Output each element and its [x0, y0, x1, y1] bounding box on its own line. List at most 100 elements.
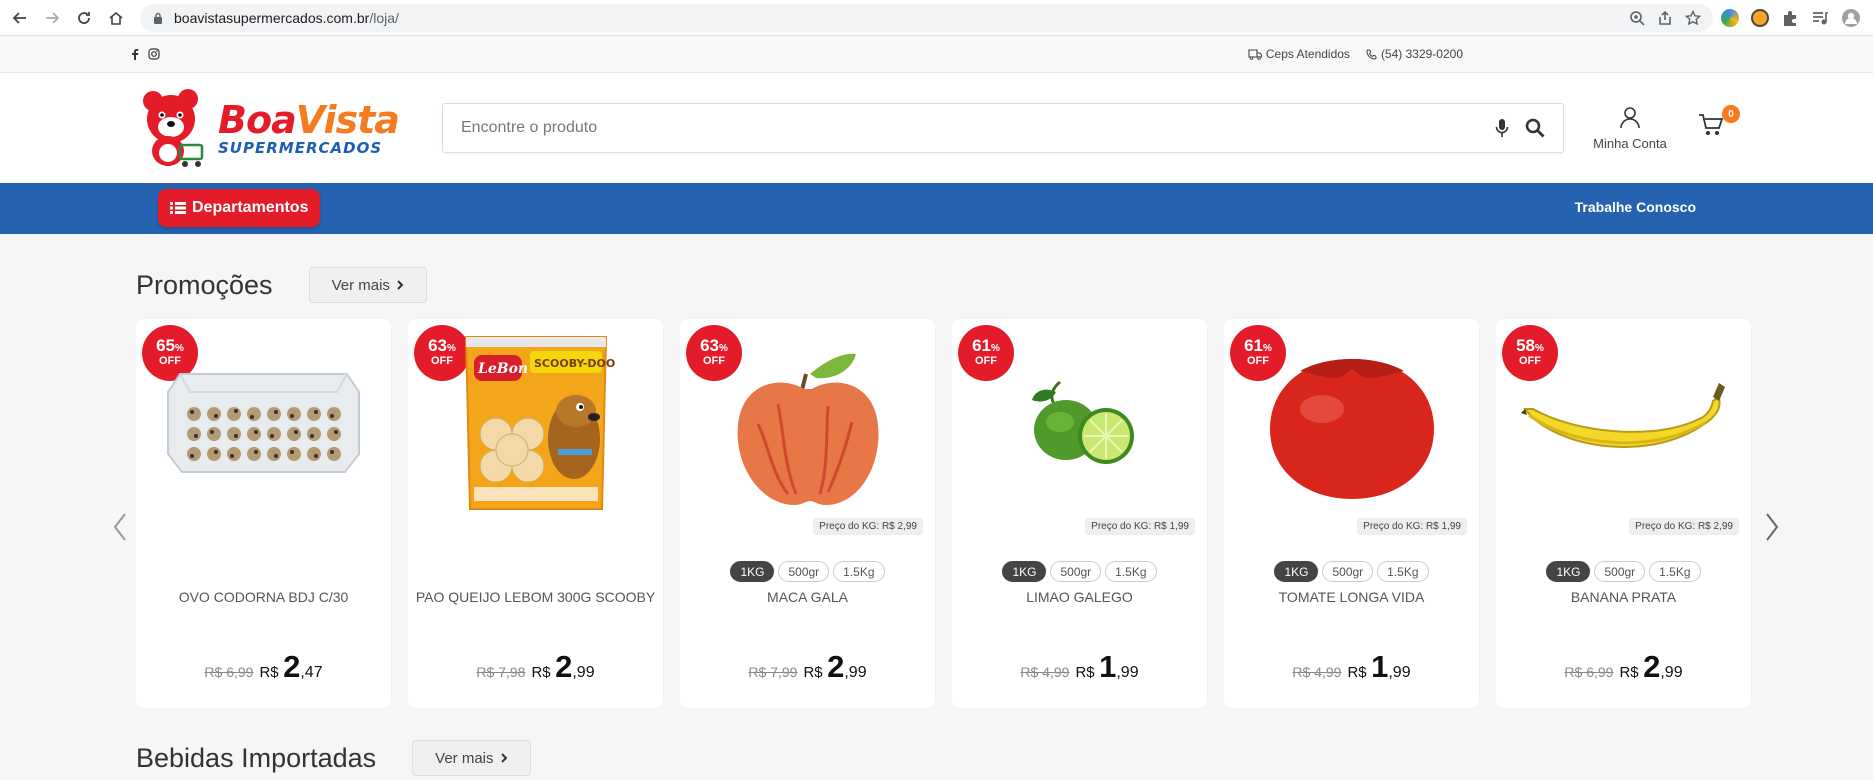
size-option[interactable]: 500gr [1594, 561, 1646, 582]
puzzle-icon[interactable] [1781, 9, 1799, 27]
size-option[interactable]: 500gr [1322, 561, 1374, 582]
product-name[interactable]: MACA GALA [680, 589, 935, 605]
product-image[interactable] [690, 339, 925, 509]
chevron-right-icon [1766, 513, 1779, 541]
ceps-label: Ceps Atendidos [1265, 47, 1350, 61]
size-selector: 1KG 500gr 1.5Kg [1496, 561, 1751, 582]
ver-mais-label: Ver mais [331, 276, 390, 294]
banana-icon [1520, 383, 1725, 448]
site-logo[interactable]: BoaVista SUPERMERCADOS [138, 86, 418, 170]
kg-price-label: Preço do KG: R$ 2,99 [1629, 518, 1739, 535]
back-icon[interactable] [6, 4, 34, 32]
profile-icon[interactable] [1841, 8, 1861, 28]
search-icon[interactable] [1525, 118, 1545, 138]
old-price: R$ 4,99 [1292, 664, 1342, 680]
price-decimal: ,99 [1388, 664, 1411, 681]
logo-boa-text: Boa [218, 97, 297, 142]
product-card[interactable]: 58% OFF Preço do KG: R$ 2,99 1KG 500gr 1.… [1496, 319, 1751, 708]
product-card[interactable]: 61% OFF Preço do KG: R$ 1,99 1KG 500gr 1.… [952, 319, 1207, 708]
carousel-prev-arrow[interactable] [112, 512, 128, 550]
product-image[interactable] [146, 339, 381, 509]
size-option[interactable]: 1.5Kg [1377, 561, 1429, 582]
svg-text:LeBon: LeBon [477, 361, 528, 377]
extension-2-icon[interactable] [1751, 8, 1769, 27]
old-price: R$ 6,99 [204, 664, 254, 680]
currency: R$ [1347, 664, 1367, 681]
size-option[interactable]: 1KG [1274, 561, 1319, 582]
main-nav: Departamentos Trabalhe Conosco [0, 183, 1873, 234]
product-name[interactable]: LIMAO GALEGO [952, 589, 1207, 605]
account-label: Minha Conta [1593, 135, 1667, 151]
currency: R$ [259, 664, 279, 681]
product-price: R$ 4,99 R$ 1,99 [952, 649, 1207, 685]
zoom-icon[interactable] [1629, 10, 1645, 26]
price-integer: 1 [1099, 649, 1117, 684]
price-integer: 2 [283, 649, 301, 684]
product-price: R$ 4,99 R$ 1,99 [1224, 649, 1479, 685]
bookmark-star-icon[interactable] [1685, 9, 1701, 26]
search-bar [442, 103, 1564, 153]
list-icon [170, 202, 186, 214]
logo-vista-text: Vista [295, 97, 400, 142]
promo-section-header: Promoções Ver mais [0, 267, 1873, 303]
extension-1-icon[interactable] [1721, 8, 1739, 27]
account-link[interactable]: Minha Conta [1590, 106, 1670, 151]
quail-eggs-tray-icon [167, 373, 360, 473]
bebidas-ver-mais-button[interactable]: Ver mais [412, 740, 531, 776]
instagram-icon[interactable] [148, 48, 160, 60]
product-name[interactable]: PAO QUEIJO LEBOM 300G SCOOBY [408, 589, 663, 605]
phone-number: (54) 3329-0200 [1380, 47, 1463, 61]
phone-icon [1366, 48, 1377, 60]
product-card[interactable]: 63% OFF LeBon SCOOBY-DOO PAO QUEIJO LEBOM… [408, 319, 663, 708]
product-image[interactable] [1234, 339, 1469, 509]
product-card[interactable]: 63% OFF Preço do KG: R$ 2,99 1KG 500gr 1.… [680, 319, 935, 708]
kg-price-label: Preço do KG: R$ 1,99 [1085, 518, 1195, 535]
user-icon [1620, 106, 1640, 128]
size-option[interactable]: 1KG [730, 561, 775, 582]
size-option[interactable]: 1.5Kg [1649, 561, 1701, 582]
product-price: R$ 7,99 R$ 2,99 [680, 649, 935, 685]
cart-count-badge: 0 [1722, 105, 1740, 123]
product-card[interactable]: 61% OFF Preço do KG: R$ 1,99 1KG 500gr 1.… [1224, 319, 1479, 708]
forward-icon[interactable] [38, 4, 66, 32]
old-price: R$ 6,99 [1564, 664, 1614, 680]
product-name[interactable]: TOMATE LONGA VIDA [1224, 589, 1479, 605]
departments-button[interactable]: Departamentos [158, 189, 321, 227]
size-option[interactable]: 1KG [1546, 561, 1591, 582]
tomato-icon [1269, 359, 1434, 499]
size-option[interactable]: 1.5Kg [1105, 561, 1157, 582]
truck-icon [1248, 48, 1262, 60]
product-name[interactable]: BANANA PRATA [1496, 589, 1751, 605]
product-image[interactable] [1506, 339, 1741, 509]
ceps-link[interactable]: Ceps Atendidos [1248, 47, 1350, 61]
svg-text:SCOOBY-DOO: SCOOBY-DOO [534, 357, 615, 370]
product-name[interactable]: OVO CODORNA BDJ C/30 [136, 589, 391, 605]
product-image[interactable] [962, 339, 1197, 509]
promo-ver-mais-button[interactable]: Ver mais [308, 267, 427, 303]
search-input[interactable] [461, 119, 1495, 137]
reload-icon[interactable] [70, 4, 98, 32]
work-with-us-link[interactable]: Trabalhe Conosco [1575, 199, 1696, 215]
product-image[interactable]: LeBon SCOOBY-DOO [418, 336, 653, 510]
bear-mascot-icon [143, 89, 204, 167]
promo-title: Promoções [136, 269, 273, 300]
cart-button[interactable]: 0 [1698, 105, 1740, 143]
currency: R$ [1075, 664, 1095, 681]
size-option[interactable]: 1KG [1002, 561, 1047, 582]
price-integer: 2 [1643, 649, 1661, 684]
address-bar[interactable]: boavistasupermercados.com.br/loja/ [140, 3, 1713, 32]
media-icon[interactable] [1811, 9, 1829, 27]
old-price: R$ 4,99 [1020, 664, 1070, 680]
microphone-icon[interactable] [1495, 118, 1509, 138]
share-icon[interactable] [1657, 10, 1673, 26]
home-icon[interactable] [102, 4, 130, 32]
carousel-next-arrow[interactable] [1764, 512, 1780, 550]
size-option[interactable]: 1.5Kg [833, 561, 885, 582]
facebook-icon[interactable] [130, 48, 140, 60]
product-price: R$ 6,99 R$ 2,47 [136, 649, 391, 685]
product-card[interactable]: 65% OFF OVO CODORNA BDJ C/30 R$ 6,99 R$ 2,… [136, 319, 391, 708]
size-option[interactable]: 500gr [778, 561, 830, 582]
kg-price-label: Preço do KG: R$ 2,99 [813, 518, 923, 535]
size-option[interactable]: 500gr [1050, 561, 1102, 582]
phone-link[interactable]: (54) 3329-0200 [1366, 47, 1463, 61]
